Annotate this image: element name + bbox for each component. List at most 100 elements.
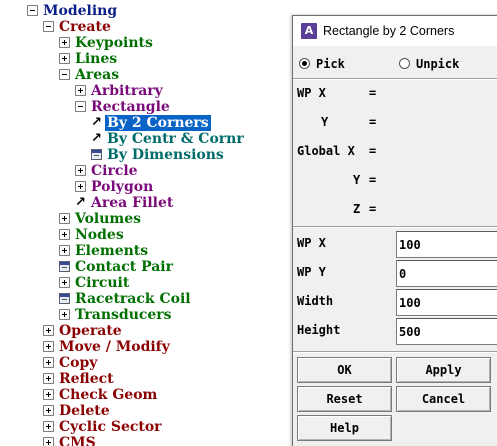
tree-item-racetrack-coil[interactable]: Racetrack Coil: [0, 291, 300, 307]
height-input[interactable]: 500: [396, 318, 497, 345]
expand-plus-icon[interactable]: [59, 37, 70, 48]
tree-item-volumes[interactable]: Volumes: [0, 211, 300, 227]
cancel-button[interactable]: Cancel: [396, 386, 491, 412]
expand-plus-icon[interactable]: [43, 373, 54, 384]
wp-x-field-label: WP X: [297, 236, 326, 250]
width-field-label: Width: [297, 294, 334, 308]
width-input[interactable]: 100: [396, 289, 497, 316]
tree-item-label: Modeling: [43, 3, 118, 19]
tree-item-create[interactable]: Create: [0, 19, 300, 35]
tree-item-label: Rectangle: [91, 99, 170, 115]
tree-item-lines[interactable]: Lines: [0, 51, 300, 67]
app-icon: A: [301, 23, 317, 39]
tree-item-label: Reflect: [59, 371, 114, 387]
tree-item-contact-pair[interactable]: Contact Pair: [0, 259, 300, 275]
global-z-readout-label: Z: [353, 202, 361, 216]
apply-button[interactable]: Apply: [396, 357, 491, 383]
unpick-label: Unpick: [416, 57, 460, 71]
tree-item-nodes[interactable]: Nodes: [0, 227, 300, 243]
tree-item-by-centr-cornr[interactable]: ↗ By Centr & Cornr: [0, 131, 300, 147]
wp-x-readout-label: WP X: [297, 86, 326, 100]
expand-plus-icon[interactable]: [59, 213, 70, 224]
tree-item-areas[interactable]: Areas: [0, 67, 300, 83]
dialog-titlebar[interactable]: A Rectangle by 2 Corners: [293, 16, 497, 46]
tree-item-area-fillet[interactable]: ↗ Area Fillet: [0, 195, 300, 211]
tree-item-label: Areas: [75, 67, 120, 83]
expand-plus-icon[interactable]: [43, 437, 54, 446]
collapse-minus-icon[interactable]: [27, 5, 38, 16]
tree-item-modeling[interactable]: Modeling: [0, 3, 300, 19]
tree-item-label: Transducers: [75, 307, 172, 323]
collapse-minus-icon[interactable]: [43, 21, 54, 32]
tree-item-keypoints[interactable]: Keypoints: [0, 35, 300, 51]
expand-plus-icon[interactable]: [75, 165, 86, 176]
tree-item-move-modify[interactable]: Move / Modify: [0, 339, 300, 355]
expand-plus-icon[interactable]: [43, 357, 54, 368]
pick-arrow-icon: ↗: [75, 195, 86, 210]
expand-plus-icon[interactable]: [59, 277, 70, 288]
pick-label: Pick: [316, 57, 345, 71]
pick-radio-dot-icon: [299, 58, 310, 69]
tree-item-rectangle[interactable]: Rectangle: [0, 99, 300, 115]
tree-item-cms[interactable]: CMS: [0, 435, 300, 446]
tree-item-label: Area Fillet: [91, 195, 174, 211]
help-button[interactable]: Help: [297, 415, 392, 441]
tree-item-circle[interactable]: Circle: [0, 163, 300, 179]
expand-plus-icon[interactable]: [59, 229, 70, 240]
reset-button[interactable]: Reset: [297, 386, 392, 412]
tree-item-label: Lines: [75, 51, 118, 67]
expand-plus-icon[interactable]: [75, 181, 86, 192]
tree-item-label: Create: [59, 19, 111, 35]
wp-y-field-label: WP Y: [297, 265, 326, 279]
tree-item-polygon[interactable]: Polygon: [0, 179, 300, 195]
tree-item-label: Move / Modify: [59, 339, 170, 355]
tree-item-circuit[interactable]: Circuit: [0, 275, 300, 291]
expand-plus-icon[interactable]: [43, 405, 54, 416]
tree-item-by-2-corners[interactable]: ↗ By 2 Corners: [0, 115, 300, 131]
tree-item-label: Nodes: [75, 227, 124, 243]
expand-plus-icon[interactable]: [43, 325, 54, 336]
expand-plus-icon[interactable]: [59, 309, 70, 320]
collapse-minus-icon[interactable]: [59, 69, 70, 80]
expand-plus-icon[interactable]: [59, 53, 70, 64]
tree-item-transducers[interactable]: Transducers: [0, 307, 300, 323]
tree-item-copy[interactable]: Copy: [0, 355, 300, 371]
tree-item-by-dimensions[interactable]: By Dimensions: [0, 147, 300, 163]
tree-item-label: Copy: [59, 355, 98, 371]
tree-item-label: Elements: [75, 243, 149, 259]
dialog-form-icon: [59, 293, 70, 304]
pick-arrow-icon: ↗: [91, 115, 102, 130]
dialog-title: Rectangle by 2 Corners: [323, 24, 455, 38]
tree-item-check-geom[interactable]: Check Geom: [0, 387, 300, 403]
wp-x-input[interactable]: 100: [396, 231, 497, 258]
height-value: 500: [399, 325, 421, 339]
tree-item-delete[interactable]: Delete: [0, 403, 300, 419]
expand-plus-icon[interactable]: [59, 245, 70, 256]
tree-item-cyclic-sector[interactable]: Cyclic Sector: [0, 419, 300, 435]
collapse-minus-icon[interactable]: [75, 101, 86, 112]
rectangle-dialog: A Rectangle by 2 Corners Pick Unpick WP …: [292, 15, 497, 446]
tree-item-arbitrary[interactable]: Arbitrary: [0, 83, 300, 99]
dialog-form-icon: [91, 149, 102, 160]
tree-item-label: Cyclic Sector: [59, 419, 162, 435]
tree-item-label: Racetrack Coil: [75, 291, 191, 307]
tree-item-label: Delete: [59, 403, 110, 419]
expand-plus-icon[interactable]: [43, 421, 54, 432]
unpick-radio-dot-icon: [399, 58, 410, 69]
expand-plus-icon[interactable]: [75, 85, 86, 96]
tree-item-operate[interactable]: Operate: [0, 323, 300, 339]
tree-item-elements[interactable]: Elements: [0, 243, 300, 259]
ok-button[interactable]: OK: [297, 357, 392, 383]
expand-plus-icon[interactable]: [43, 341, 54, 352]
tree-item-label: By Dimensions: [107, 147, 224, 163]
expand-plus-icon[interactable]: [43, 389, 54, 400]
separator: [293, 226, 497, 228]
tree-item-label: Keypoints: [75, 35, 153, 51]
tree-item-reflect[interactable]: Reflect: [0, 371, 300, 387]
separator: [293, 78, 497, 80]
wp-y-input[interactable]: 0: [396, 260, 497, 287]
wp-x-readout-eq: =: [369, 86, 377, 100]
tree-item-label: Arbitrary: [91, 83, 163, 99]
global-x-readout-eq: =: [369, 144, 377, 158]
tree-item-label: Circuit: [75, 275, 130, 291]
